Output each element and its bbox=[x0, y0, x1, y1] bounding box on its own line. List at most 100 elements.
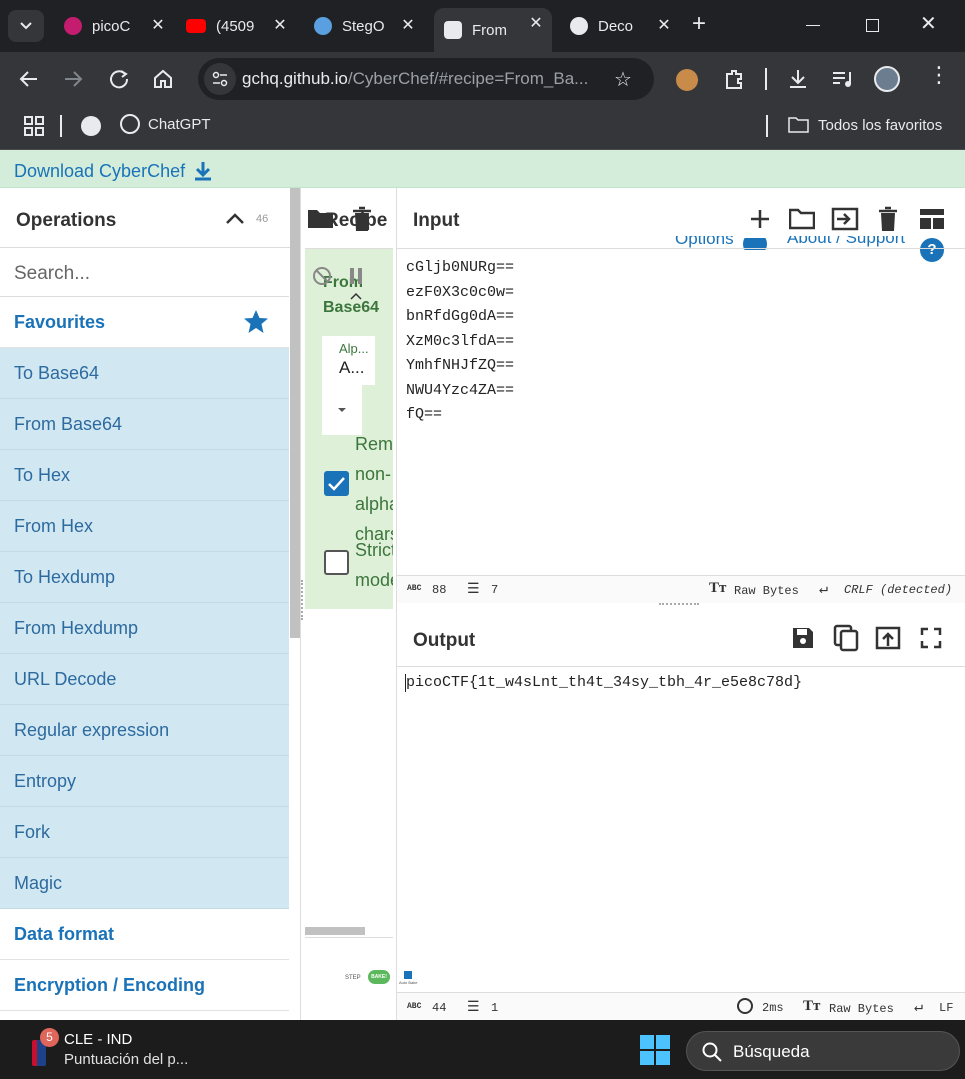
home-button[interactable] bbox=[152, 68, 174, 90]
close-tab-icon[interactable]: ✕ bbox=[526, 14, 546, 34]
extensions-icon[interactable] bbox=[722, 67, 746, 91]
op-fork[interactable]: Fork bbox=[0, 807, 289, 858]
input-line: XzM0c3lfdA== bbox=[406, 332, 515, 350]
minimize-button[interactable] bbox=[806, 25, 820, 26]
alphabet-select[interactable]: Alp... A... bbox=[322, 336, 375, 385]
category-encryption-encoding[interactable]: Encryption / Encoding bbox=[0, 960, 289, 1011]
close-tab-icon[interactable]: ✕ bbox=[148, 16, 168, 36]
windows-start-icon[interactable] bbox=[640, 1035, 670, 1065]
op-entropy[interactable]: Entropy bbox=[0, 756, 289, 807]
new-tab-button[interactable]: + bbox=[692, 12, 706, 36]
tab-search-button[interactable] bbox=[8, 10, 44, 42]
output-char-count: 44 bbox=[432, 1001, 447, 1015]
category-data-format[interactable]: Data format bbox=[0, 909, 289, 960]
op-to-hexdump[interactable]: To Hexdump bbox=[0, 552, 289, 603]
io-panel: Input Options About / Support ? cGljb0NU… bbox=[396, 188, 965, 1020]
step-button[interactable]: STEP bbox=[345, 975, 361, 981]
tab-picoctf[interactable]: picoC ✕ bbox=[56, 8, 174, 44]
profile-avatar[interactable] bbox=[874, 66, 900, 92]
alphabet-label: Alp... bbox=[339, 341, 369, 356]
trash-icon[interactable] bbox=[351, 206, 373, 232]
maximize-output-icon[interactable] bbox=[920, 627, 942, 649]
category-favourites[interactable]: Favourites bbox=[0, 297, 289, 348]
op-from-hexdump[interactable]: From Hexdump bbox=[0, 603, 289, 654]
close-tab-icon[interactable]: ✕ bbox=[654, 16, 674, 36]
input-eol[interactable]: CRLF (detected) bbox=[844, 583, 952, 597]
close-tab-icon[interactable]: ✕ bbox=[398, 16, 418, 36]
more-menu-icon[interactable]: ⋮ bbox=[928, 64, 950, 86]
op-to-base64[interactable]: To Base64 bbox=[0, 348, 289, 399]
cookie-extension-icon[interactable] bbox=[676, 69, 698, 91]
chevron-up-icon[interactable] bbox=[225, 212, 245, 226]
output-encoding[interactable]: Raw Bytes bbox=[829, 1002, 894, 1016]
text-format-icon[interactable]: Tт bbox=[803, 998, 820, 1015]
lines-icon: ☰ bbox=[467, 1000, 480, 1016]
input-encoding[interactable]: Raw Bytes bbox=[734, 584, 799, 598]
close-window-button[interactable]: ✕ bbox=[920, 14, 937, 34]
close-tab-icon[interactable]: ✕ bbox=[270, 16, 290, 36]
remove-nonalpha-checkbox[interactable] bbox=[324, 471, 349, 496]
op-from-base64[interactable]: From Base64 bbox=[0, 399, 289, 450]
chevron-up-icon[interactable] bbox=[349, 291, 363, 301]
disable-icon[interactable] bbox=[312, 266, 332, 286]
text-format-icon[interactable]: Tт bbox=[709, 580, 726, 597]
bookmark-star-icon[interactable]: ☆ bbox=[614, 67, 632, 92]
open-file-icon[interactable] bbox=[831, 207, 859, 231]
maximize-button[interactable] bbox=[866, 19, 879, 32]
recipe-controls-divider bbox=[305, 937, 393, 938]
taskbar-search[interactable]: Búsqueda bbox=[686, 1031, 960, 1071]
all-bookmarks-button[interactable]: Todos los favoritos bbox=[788, 116, 942, 134]
back-button[interactable] bbox=[18, 68, 40, 90]
copy-icon[interactable] bbox=[833, 624, 859, 652]
output-text[interactable]: picoCTF{1t_w4sLnt_th4t_34sy_tbh_4r_e5e8c… bbox=[406, 674, 802, 691]
operations-scrollbar[interactable] bbox=[290, 188, 300, 638]
input-textarea[interactable]: cGljb0NURg== ezF0X3c0c0w= bnRfdGg0dA== X… bbox=[406, 256, 956, 571]
save-output-icon[interactable] bbox=[791, 626, 815, 650]
output-eol[interactable]: LF bbox=[939, 1001, 953, 1015]
tab-cyberchef[interactable]: From ✕ bbox=[434, 8, 552, 52]
input-line: YmhfNHJfZQ== bbox=[406, 357, 515, 374]
news-widget[interactable]: 5 CLE - IND Puntuación del p... bbox=[30, 1028, 230, 1072]
abc-icon: ABC bbox=[407, 1002, 422, 1011]
add-tab-icon[interactable] bbox=[749, 208, 771, 230]
op-from-hex[interactable]: From Hex bbox=[0, 501, 289, 552]
operations-panel: Operations 46 Search... Favourites To Ba… bbox=[0, 188, 301, 1020]
download-icon[interactable] bbox=[786, 67, 810, 91]
news-title: CLE - IND bbox=[64, 1031, 133, 1048]
replace-input-icon[interactable] bbox=[875, 626, 901, 650]
reload-button[interactable] bbox=[108, 68, 130, 90]
address-bar[interactable]: gchq.github.io/CyberChef/#recipe=From_Ba… bbox=[198, 58, 654, 100]
folder-open-icon[interactable] bbox=[307, 208, 335, 230]
forward-button[interactable] bbox=[62, 68, 84, 90]
tab-openai[interactable]: Deco ✕ bbox=[562, 8, 680, 44]
output-title: Output bbox=[413, 630, 476, 651]
recipe-scrollbar[interactable] bbox=[305, 927, 365, 935]
lines-icon: ☰ bbox=[467, 582, 480, 598]
globe-icon[interactable] bbox=[81, 116, 101, 136]
tab-youtube[interactable]: (4509 ✕ bbox=[178, 8, 296, 44]
bookmark-chatgpt[interactable]: ChatGPT bbox=[120, 114, 211, 134]
alphabet-dropdown[interactable] bbox=[322, 385, 362, 435]
op-to-hex[interactable]: To Hex bbox=[0, 450, 289, 501]
download-cyberchef-link[interactable]: Download CyberChef bbox=[14, 160, 213, 182]
op-magic[interactable]: Magic bbox=[0, 858, 289, 909]
reload-icon bbox=[110, 70, 129, 89]
clear-input-icon[interactable] bbox=[877, 206, 899, 232]
autobake-checkbox[interactable] bbox=[404, 971, 412, 979]
pane-resizer[interactable] bbox=[659, 603, 699, 606]
input-line: ezF0X3c0c0w= bbox=[406, 283, 515, 301]
bake-button[interactable]: BAKE! bbox=[368, 970, 390, 984]
op-regular-expression[interactable]: Regular expression bbox=[0, 705, 289, 756]
layout-icon[interactable] bbox=[919, 208, 945, 230]
op-url-decode[interactable]: URL Decode bbox=[0, 654, 289, 705]
taskbar-search-label: Búsqueda bbox=[733, 1042, 810, 1061]
tab-stego[interactable]: StegO ✕ bbox=[306, 8, 424, 44]
site-info-icon[interactable] bbox=[204, 63, 236, 95]
search-input[interactable]: Search... bbox=[0, 248, 289, 297]
strict-mode-checkbox[interactable] bbox=[324, 550, 349, 575]
pause-icon[interactable] bbox=[349, 267, 363, 285]
media-control-icon[interactable] bbox=[830, 67, 854, 91]
recipe-vertical-resizer[interactable] bbox=[301, 580, 304, 620]
open-folder-icon[interactable] bbox=[789, 208, 815, 230]
apps-grid-icon[interactable] bbox=[24, 116, 44, 136]
